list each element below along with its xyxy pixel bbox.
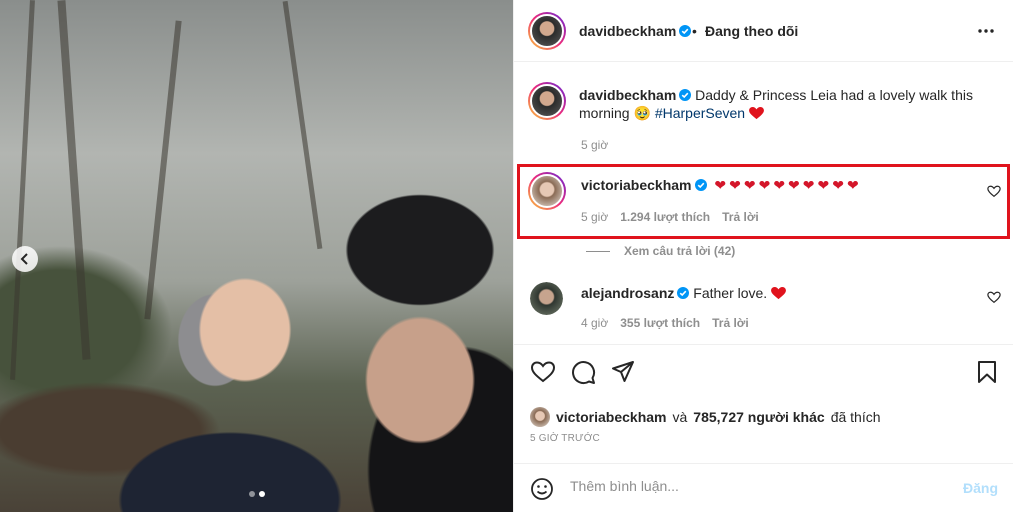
red-heart-icon bbox=[771, 287, 787, 300]
liked-by-username[interactable]: victoriabeckham bbox=[556, 409, 667, 425]
chevron-left-icon bbox=[20, 253, 28, 265]
hashtag-link[interactable]: #HarperSeven bbox=[655, 105, 745, 121]
likes-summary: victoriabeckham và 785,727 người khác đã… bbox=[530, 407, 881, 427]
header-username[interactable]: davidbeckham bbox=[579, 23, 676, 39]
comment-likes[interactable]: 355 lượt thích bbox=[620, 316, 700, 330]
photo-tree-trunk bbox=[57, 0, 91, 360]
likes-others-count[interactable]: 785,727 người khác bbox=[693, 409, 824, 425]
avatar[interactable] bbox=[530, 282, 563, 315]
carousel-dot-active bbox=[259, 491, 265, 497]
more-options-icon[interactable] bbox=[976, 24, 996, 38]
emoji-smiley-icon[interactable] bbox=[530, 477, 554, 501]
highlight-box bbox=[517, 164, 1010, 239]
like-heart-icon[interactable] bbox=[530, 359, 556, 385]
like-comment-heart-icon[interactable] bbox=[987, 291, 1001, 304]
comment-text: Father love. bbox=[693, 285, 768, 301]
header-user: davidbeckham bbox=[579, 23, 692, 39]
view-replies-label: Xem câu trả lời (42) bbox=[624, 244, 736, 258]
photo-tree-trunk bbox=[282, 0, 323, 250]
post-actions: victoriabeckham và 785,727 người khác đã… bbox=[514, 344, 1013, 512]
comment-bubble-icon[interactable] bbox=[570, 359, 596, 385]
caption: davidbeckham Daddy & Princess Leia had a… bbox=[579, 86, 979, 122]
verified-badge-icon bbox=[679, 89, 692, 101]
save-bookmark-icon[interactable] bbox=[974, 359, 1000, 385]
red-heart-icon bbox=[749, 107, 764, 120]
comment: alejandrosanz Father love. bbox=[581, 285, 787, 301]
carousel-dot bbox=[249, 491, 255, 497]
reply-button[interactable]: Trả lời bbox=[712, 316, 749, 330]
comment-time[interactable]: 4 giờ bbox=[581, 316, 608, 330]
comment-username[interactable]: alejandrosanz bbox=[581, 285, 674, 301]
avatar[interactable] bbox=[528, 82, 566, 120]
caption-emoji: 🥹 bbox=[633, 105, 651, 121]
post-timestamp[interactable]: 5 GIỜ TRƯỚC bbox=[530, 433, 600, 444]
carousel-dots bbox=[249, 491, 265, 497]
following-button[interactable]: Đang theo dõi bbox=[705, 23, 798, 39]
post-details-panel: davidbeckham • Đang theo dõi davidbeckha… bbox=[513, 0, 1013, 512]
header-separator: • bbox=[692, 23, 697, 39]
previous-photo-button[interactable] bbox=[12, 246, 38, 272]
likes-connector: và bbox=[672, 409, 688, 425]
photo-tree-trunk bbox=[10, 0, 35, 380]
photo-tree-trunk bbox=[144, 20, 182, 320]
add-comment-bar: Đăng bbox=[514, 463, 1013, 512]
post-photo[interactable] bbox=[0, 0, 513, 512]
post-header: davidbeckham • Đang theo dõi bbox=[514, 0, 1013, 62]
caption-username[interactable]: davidbeckham bbox=[579, 87, 676, 103]
caption-time[interactable]: 5 giờ bbox=[581, 138, 608, 152]
share-send-icon[interactable] bbox=[610, 359, 636, 385]
avatar[interactable] bbox=[530, 407, 550, 427]
verified-badge-icon bbox=[679, 25, 692, 37]
view-replies-line bbox=[586, 250, 610, 252]
post-comment-button[interactable]: Đăng bbox=[963, 480, 998, 496]
avatar[interactable] bbox=[528, 12, 566, 50]
comment-meta: 4 giờ 355 lượt thích Trả lời bbox=[581, 316, 749, 330]
comment-input[interactable] bbox=[570, 478, 930, 494]
likes-suffix: đã thích bbox=[830, 409, 881, 425]
view-replies-button[interactable]: Xem câu trả lời (42) bbox=[586, 244, 735, 258]
verified-badge-icon bbox=[677, 287, 690, 299]
